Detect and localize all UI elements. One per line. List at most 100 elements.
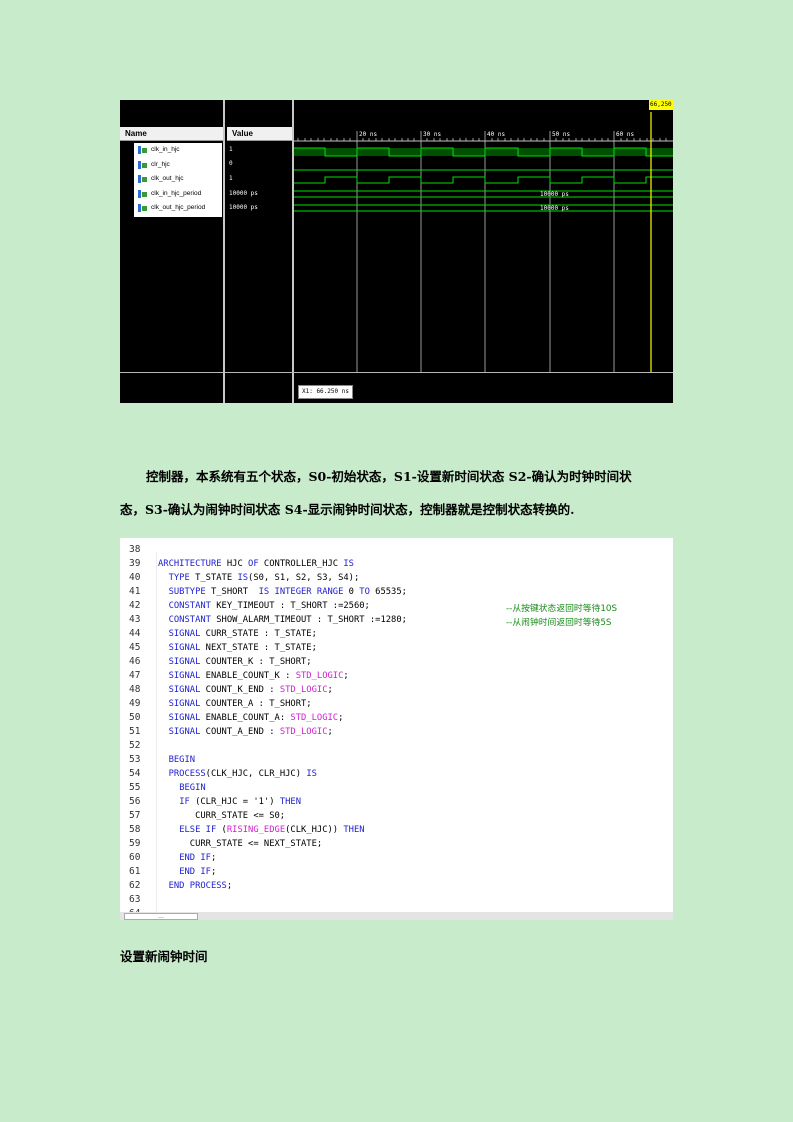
indent-guide [156,552,157,912]
line-number: 56 [129,796,141,807]
clk-in-fill [294,148,673,156]
period-bus-1 [294,190,673,198]
code-line[interactable]: BEGIN [158,783,205,793]
line-number: 46 [129,656,141,667]
line-number: 42 [129,600,141,611]
code-line[interactable]: END IF; [158,867,216,877]
time-label: 20 ns [359,131,377,138]
body-paragraph-line: 态，S3-确认为闹钟时间状态 S4-显示闹钟时间状态，控制器就是控制状态转换的. [120,502,575,517]
line-number: 45 [129,642,141,653]
value-header[interactable]: Value [227,127,292,141]
time-gridlines [356,131,615,372]
code-line[interactable]: TYPE T_STATE IS(S0, S1, S2, S3, S4); [158,573,360,583]
line-number: 49 [129,698,141,709]
signal-value: 1 [229,175,233,182]
line-number: 54 [129,768,141,779]
line-number: 55 [129,782,141,793]
period-bus-2 [294,204,673,212]
code-line[interactable]: SIGNAL ENABLE_COUNT_K : STD_LOGIC; [158,671,349,681]
code-line[interactable]: SIGNAL COUNT_A_END : STD_LOGIC; [158,727,333,737]
signal-value: 0 [229,160,233,167]
code-line[interactable]: CURR_STATE <= NEXT_STATE; [158,839,322,849]
bus-value-label: 10000 ps [540,191,569,198]
signal-value: 10000 ps [229,204,258,211]
signal-row[interactable]: clk_out_hjc [134,172,222,187]
code-line[interactable]: CONSTANT SHOW_ALARM_TIMEOUT : T_SHORT :=… [158,615,407,625]
signal-icon [138,204,147,212]
signal-row[interactable]: clk_in_hjc [134,143,222,158]
line-number: 59 [129,838,141,849]
scrollbar-thumb[interactable]: ... [124,913,198,920]
line-number: 44 [129,628,141,639]
clk-out-trace [294,176,673,184]
code-line[interactable]: SIGNAL COUNT_K_END : STD_LOGIC; [158,685,333,695]
code-line[interactable]: SIGNAL ENABLE_COUNT_A: STD_LOGIC; [158,713,344,723]
waveform-plot[interactable]: 20 ns 30 ns 40 ns 50 ns 60 ns 10000 ps 1… [294,100,673,372]
line-number: 43 [129,614,141,625]
code-line[interactable]: SUBTYPE T_SHORT IS INTEGER RANGE 0 TO 65… [158,587,407,597]
line-number: 47 [129,670,141,681]
body-paragraph-line: 控制器，本系统有五个状态，S0-初始状态，S1-设置新时间状态 S2-确认为时钟… [146,469,632,484]
code-line[interactable]: SIGNAL CURR_STATE : T_STATE; [158,629,317,639]
cursor-status: X1: 66.250 ns [298,385,353,399]
section-heading: 设置新闹钟时间 [120,949,208,964]
line-number: 61 [129,866,141,877]
ruler-ticks [297,138,667,141]
line-number: 40 [129,572,141,583]
code-editor[interactable]: 38 39 ARCHITECTURE HJC OF CONTROLLER_HJC I… [120,538,673,920]
signal-name: clk_in_hjc_period [151,189,202,197]
line-number: 53 [129,754,141,765]
line-number: 48 [129,684,141,695]
signal-name-list: clk_in_hjc clr_hjc clk_out_hjc clk_in_hj… [134,143,222,217]
signal-icon [138,146,147,154]
code-line[interactable]: SIGNAL COUNTER_A : T_SHORT; [158,699,312,709]
line-number: 63 [129,894,141,905]
line-number: 38 [129,544,141,555]
code-line[interactable]: CONSTANT KEY_TIMEOUT : T_SHORT :=2560; [158,601,370,611]
code-line[interactable]: ARCHITECTURE HJC OF CONTROLLER_HJC IS [158,559,354,569]
line-number: 60 [129,852,141,863]
code-line[interactable]: SIGNAL COUNTER_K : T_SHORT; [158,657,312,667]
line-number: 57 [129,810,141,821]
bus-value-label: 10000 ps [540,205,569,212]
line-number: 50 [129,712,141,723]
signal-icon [138,160,147,169]
value-column [225,100,292,403]
code-line[interactable]: CURR_STATE <= S0; [158,811,285,821]
cursor-time-tag: 66,250 [649,100,673,110]
time-label: 40 ns [487,131,505,138]
code-line[interactable]: PROCESS(CLK_HJC, CLR_HJC) IS [158,769,317,779]
time-label: 60 ns [616,131,634,138]
line-number: 58 [129,824,141,835]
code-line[interactable]: END PROCESS; [158,881,233,891]
footer-divider [120,372,673,373]
line-number: 62 [129,880,141,891]
signal-name: clk_out_hjc_period [151,204,206,211]
code-line[interactable]: IF (CLR_HJC = '1') THEN [158,797,301,807]
signal-name: clk_in_hjc [151,146,180,153]
code-comment: --从按键状态返回时等待10S [506,604,618,614]
horizontal-scrollbar[interactable] [120,912,673,920]
line-number: 41 [129,586,141,597]
signal-name: clk_out_hjc [151,175,184,182]
line-number: 52 [129,740,141,751]
code-line[interactable]: BEGIN [158,755,195,765]
signal-name: clr_hjc [151,160,170,168]
waveform-viewer: Name Value clk_in_hjc clr_hjc clk_out_hj… [120,100,673,403]
signal-value: 1 [229,146,233,153]
signal-value: 10000 ps [229,190,258,197]
code-comment: --从闹钟时间返回时等待5S [506,618,612,628]
time-label: 50 ns [552,131,570,138]
signal-row[interactable]: clk_in_hjc_period [134,187,222,202]
signal-row[interactable]: clr_hjc [134,158,222,173]
signal-row[interactable]: clk_out_hjc_period [134,201,222,216]
code-line[interactable]: END IF; [158,853,216,863]
line-number: 39 [129,558,141,569]
signal-icon [138,189,147,198]
line-number: 51 [129,726,141,737]
name-header[interactable]: Name [120,127,223,141]
time-label: 30 ns [423,131,441,138]
code-line[interactable]: SIGNAL NEXT_STATE : T_STATE; [158,643,317,653]
code-line[interactable]: ELSE IF (RISING_EDGE(CLK_HJC)) THEN [158,825,364,835]
signal-icon [138,175,147,183]
